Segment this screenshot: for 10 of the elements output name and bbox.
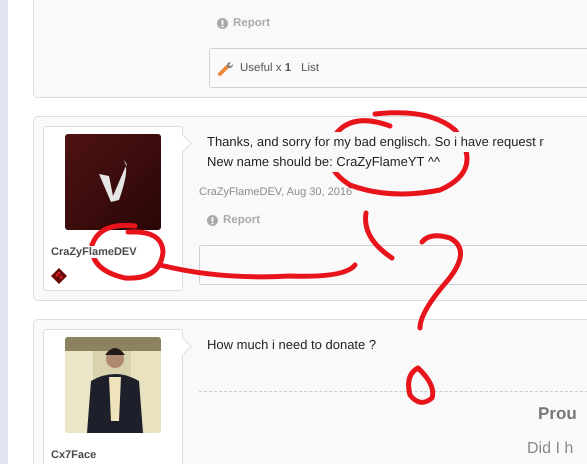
block-icon xyxy=(51,268,67,284)
signature-title: Prou xyxy=(538,404,578,424)
wrench-icon xyxy=(218,60,234,76)
alert-icon xyxy=(217,18,228,28)
list-link[interactable]: List xyxy=(301,62,320,74)
likes-count: Useful x 1 xyxy=(240,62,292,74)
alert-icon xyxy=(207,214,218,226)
ink-stroke xyxy=(363,210,394,260)
signature-text: Did I h xyxy=(527,440,574,458)
avatar-image[interactable] xyxy=(65,134,161,230)
